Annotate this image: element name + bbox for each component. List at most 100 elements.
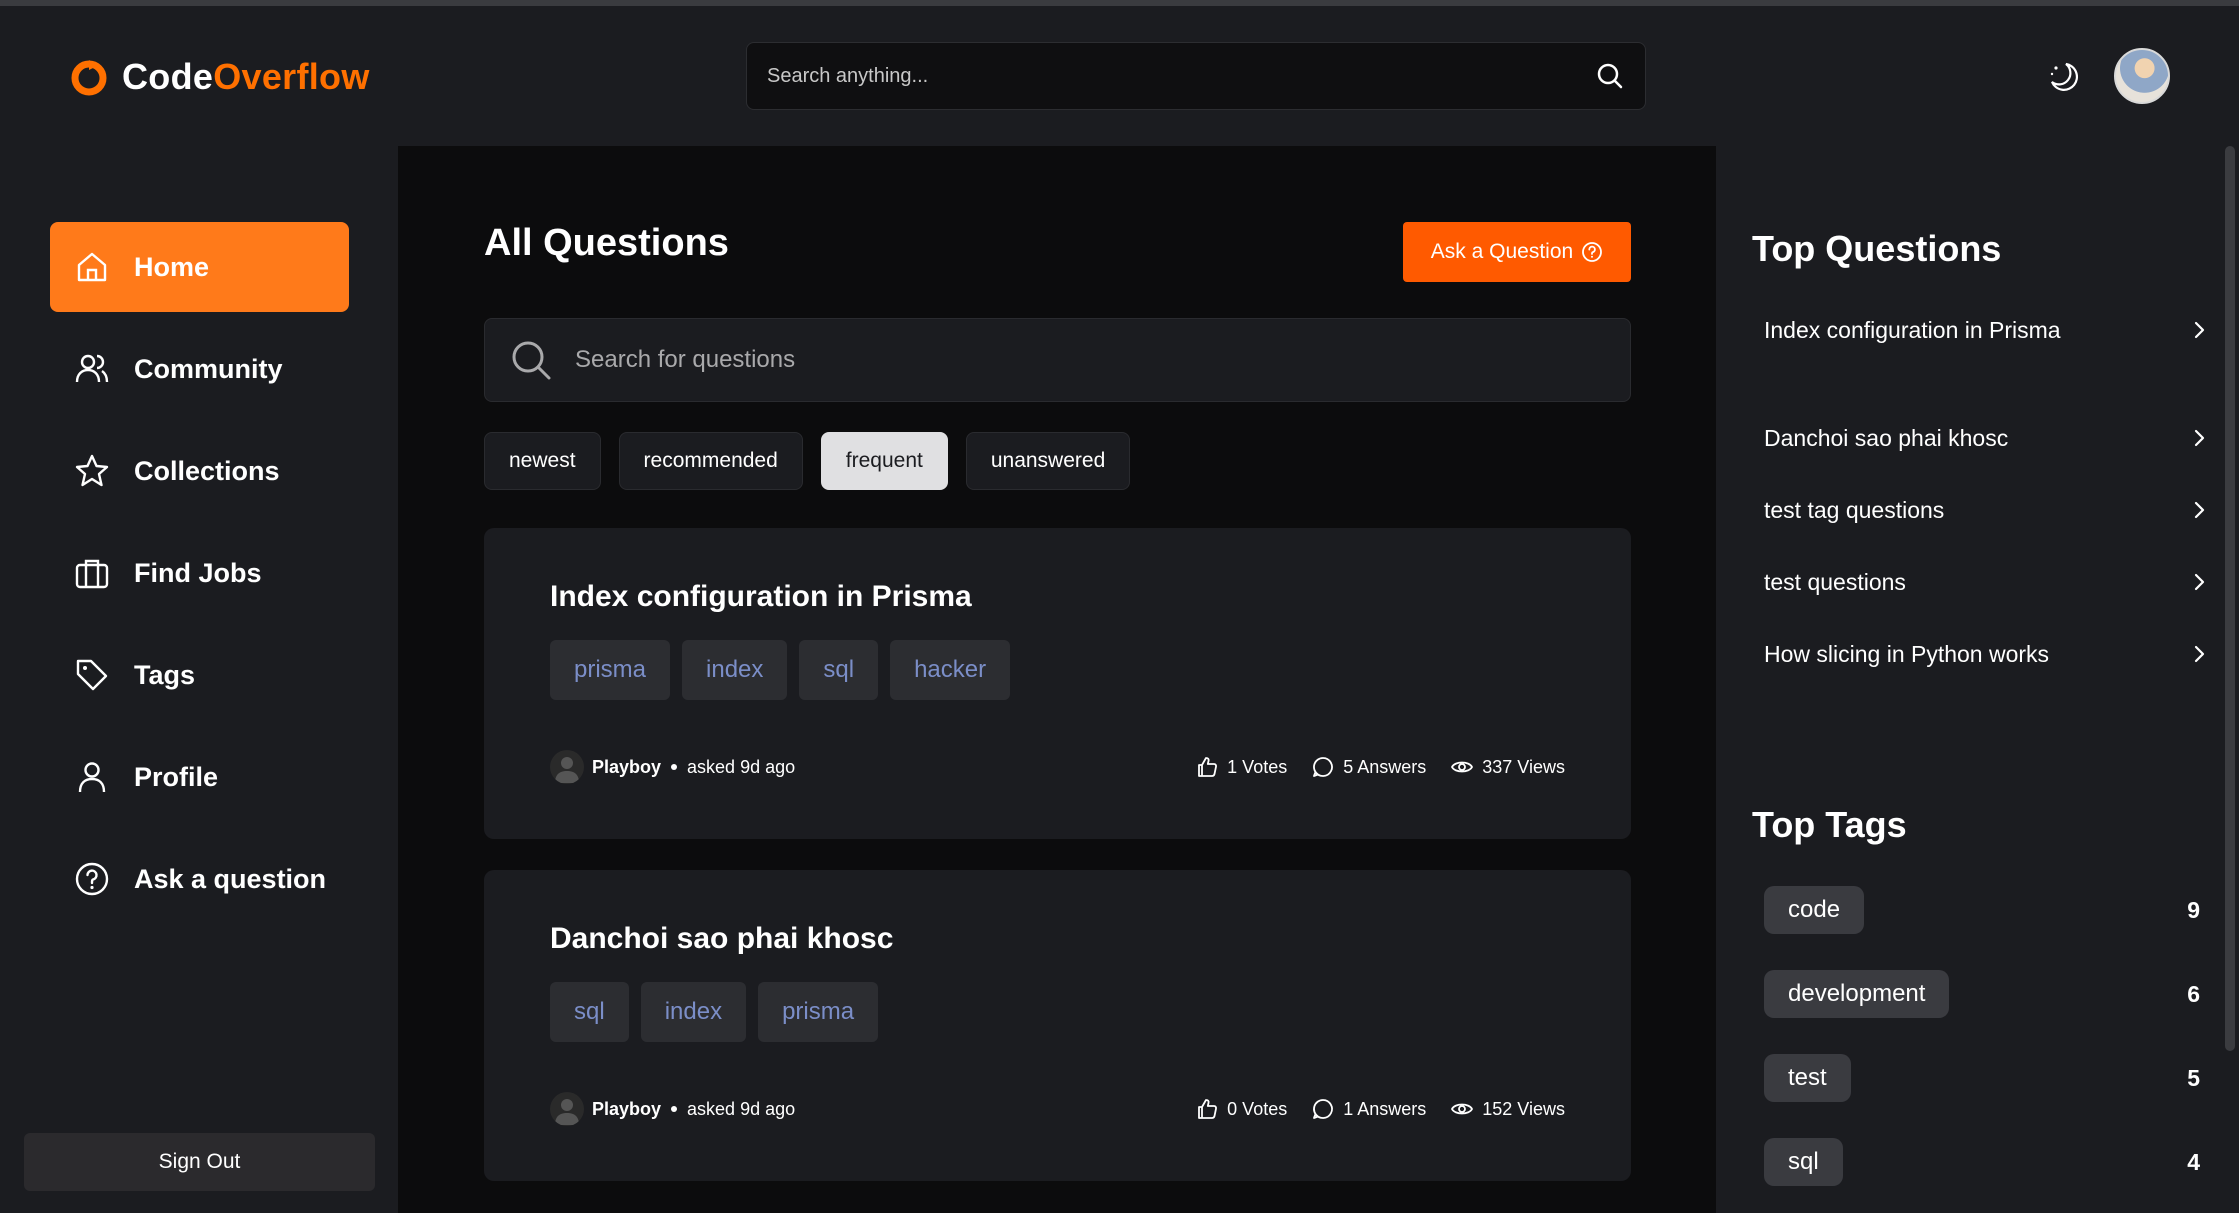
tag-count: 9 (2187, 896, 2200, 923)
thumbs-up-icon (1198, 1099, 1218, 1119)
tag-chip[interactable]: index (682, 640, 788, 700)
top-tag-item[interactable]: test 5 (1764, 1054, 2200, 1102)
filter-recommended[interactable]: recommended (618, 432, 803, 490)
chevron-right-icon (2194, 501, 2205, 519)
sidebar-item-profile[interactable]: Profile (50, 732, 349, 822)
tag-chip[interactable]: test (1764, 1054, 1851, 1102)
question-title[interactable]: Index configuration in Prisma (550, 580, 972, 614)
author-name: Playboy (592, 1098, 662, 1119)
asked-time: asked 9d ago (687, 756, 796, 777)
separator-dot (671, 764, 678, 770)
answers-stat: 5 Answers (1311, 755, 1426, 779)
question-meta: Playboy asked 9d ago 1 Votes 5 Answers 3… (550, 748, 1565, 786)
question-tags: prisma index sql hacker (550, 640, 1011, 700)
home-icon (77, 252, 107, 282)
main-content: All Questions Ask a Question newest reco… (398, 146, 1716, 1213)
tag-chip[interactable]: sql (799, 640, 879, 700)
global-search-input[interactable] (767, 64, 1595, 88)
ask-question-label: Ask a Question (1430, 240, 1574, 263)
chevron-right-icon (2194, 429, 2205, 447)
filter-tabs: newest recommended frequent unanswered (484, 432, 1131, 490)
question-search-input[interactable] (575, 346, 1606, 374)
question-author[interactable]: Playboy asked 9d ago (550, 1092, 795, 1126)
message-circle-icon (1313, 1099, 1334, 1119)
tag-chip[interactable]: hacker (890, 640, 1011, 700)
eye-icon (1451, 1103, 1474, 1115)
chevron-right-icon (2194, 573, 2205, 591)
search-icon[interactable] (1595, 61, 1625, 91)
tag-chip[interactable]: index (640, 982, 747, 1042)
author-avatar (550, 750, 584, 784)
top-question-item[interactable]: test questions (1764, 564, 2210, 600)
top-question-item[interactable]: test tag questions (1764, 492, 2210, 528)
search-icon (512, 341, 551, 380)
top-question-item[interactable]: Index configuration in Prisma (1764, 312, 2210, 348)
top-questions-heading: Top Questions (1752, 228, 2002, 269)
question-stats: 1 Votes 5 Answers 337 Views (1195, 755, 1565, 779)
sidebar-item-label: Find Jobs (134, 557, 262, 588)
top-question-item[interactable]: How slicing in Python works (1764, 636, 2210, 672)
sidebar-item-label: Ask a question (134, 863, 327, 894)
sidebar-item-label: Home (134, 251, 210, 282)
top-tag-item[interactable]: code 9 (1764, 886, 2200, 934)
app-logo[interactable]: CodeOverflow (70, 56, 370, 98)
sidebar-item-home[interactable]: Home (50, 222, 349, 312)
top-tag-item[interactable]: development 6 (1764, 970, 2200, 1018)
top-tag-item[interactable]: sql 4 (1764, 1138, 2200, 1186)
sidebar-item-label: Profile (134, 761, 219, 792)
filter-frequent[interactable]: frequent (820, 432, 948, 490)
tag-count: 6 (2187, 980, 2200, 1007)
logo-text: CodeOverflow (122, 56, 370, 97)
tag-icon (76, 659, 108, 691)
views-stat: 337 Views (1450, 755, 1565, 779)
window-top-border (0, 0, 2239, 6)
left-sidebar: Home Community Collections Find Jobs Tag… (0, 146, 398, 1213)
tag-chip[interactable]: code (1764, 886, 1865, 934)
author-name: Playboy (592, 756, 662, 777)
sign-out-button[interactable]: Sign Out (24, 1133, 375, 1191)
thumbs-up-icon (1198, 757, 1218, 777)
question-search-bar[interactable] (484, 318, 1631, 402)
sidebar-item-ask-question[interactable]: Ask a question (50, 834, 349, 924)
question-author[interactable]: Playboy asked 9d ago (550, 750, 795, 784)
filter-unanswered[interactable]: unanswered (965, 432, 1131, 490)
sidebar-item-community[interactable]: Community (50, 324, 349, 414)
chevron-right-icon (2194, 321, 2205, 339)
votes-stat: 1 Votes (1195, 755, 1287, 779)
question-circle-icon (1582, 242, 1603, 262)
tag-chip[interactable]: development (1764, 970, 1950, 1018)
message-circle-icon (1313, 757, 1334, 777)
user-avatar[interactable] (2114, 48, 2170, 104)
moon-icon[interactable] (2044, 58, 2080, 94)
sidebar-item-collections[interactable]: Collections (50, 426, 349, 516)
question-stats: 0 Votes 1 Answers 152 Views (1195, 1097, 1565, 1121)
question-title[interactable]: Danchoi sao phai khosc (550, 922, 893, 956)
tag-chip[interactable]: sql (550, 982, 629, 1042)
filter-newest[interactable]: newest (484, 432, 601, 490)
tag-chip[interactable]: sql (1764, 1138, 1843, 1186)
global-search-bar[interactable] (746, 42, 1646, 110)
asked-time: asked 9d ago (687, 1098, 796, 1119)
sidebar-item-label: Collections (134, 455, 280, 486)
right-sidebar: Top Questions Index configuration in Pri… (1716, 146, 2239, 1213)
votes-stat: 0 Votes (1195, 1097, 1287, 1121)
users-icon (75, 354, 109, 383)
eye-icon (1451, 761, 1474, 773)
top-question-item[interactable]: Danchoi sao phai khosc (1764, 420, 2210, 456)
separator-dot (671, 1106, 678, 1112)
views-stat: 152 Views (1450, 1097, 1565, 1121)
author-avatar (550, 1092, 584, 1126)
sidebar-item-tags[interactable]: Tags (50, 630, 349, 720)
question-meta: Playboy asked 9d ago 0 Votes 1 Answers 1… (550, 1090, 1565, 1128)
chevron-right-icon (2194, 645, 2205, 663)
question-card[interactable]: Danchoi sao phai khosc sql index prisma … (484, 870, 1631, 1181)
tag-chip[interactable]: prisma (758, 982, 879, 1042)
sidebar-item-label: Community (134, 353, 283, 384)
sidebar-item-find-jobs[interactable]: Find Jobs (50, 528, 349, 618)
tag-chip[interactable]: prisma (550, 640, 671, 700)
page-scrollbar[interactable] (2225, 146, 2235, 1051)
briefcase-icon (75, 559, 109, 589)
ask-question-button[interactable]: Ask a Question (1403, 222, 1631, 282)
logo-icon (71, 60, 107, 96)
question-card[interactable]: Index configuration in Prisma prisma ind… (484, 528, 1631, 839)
